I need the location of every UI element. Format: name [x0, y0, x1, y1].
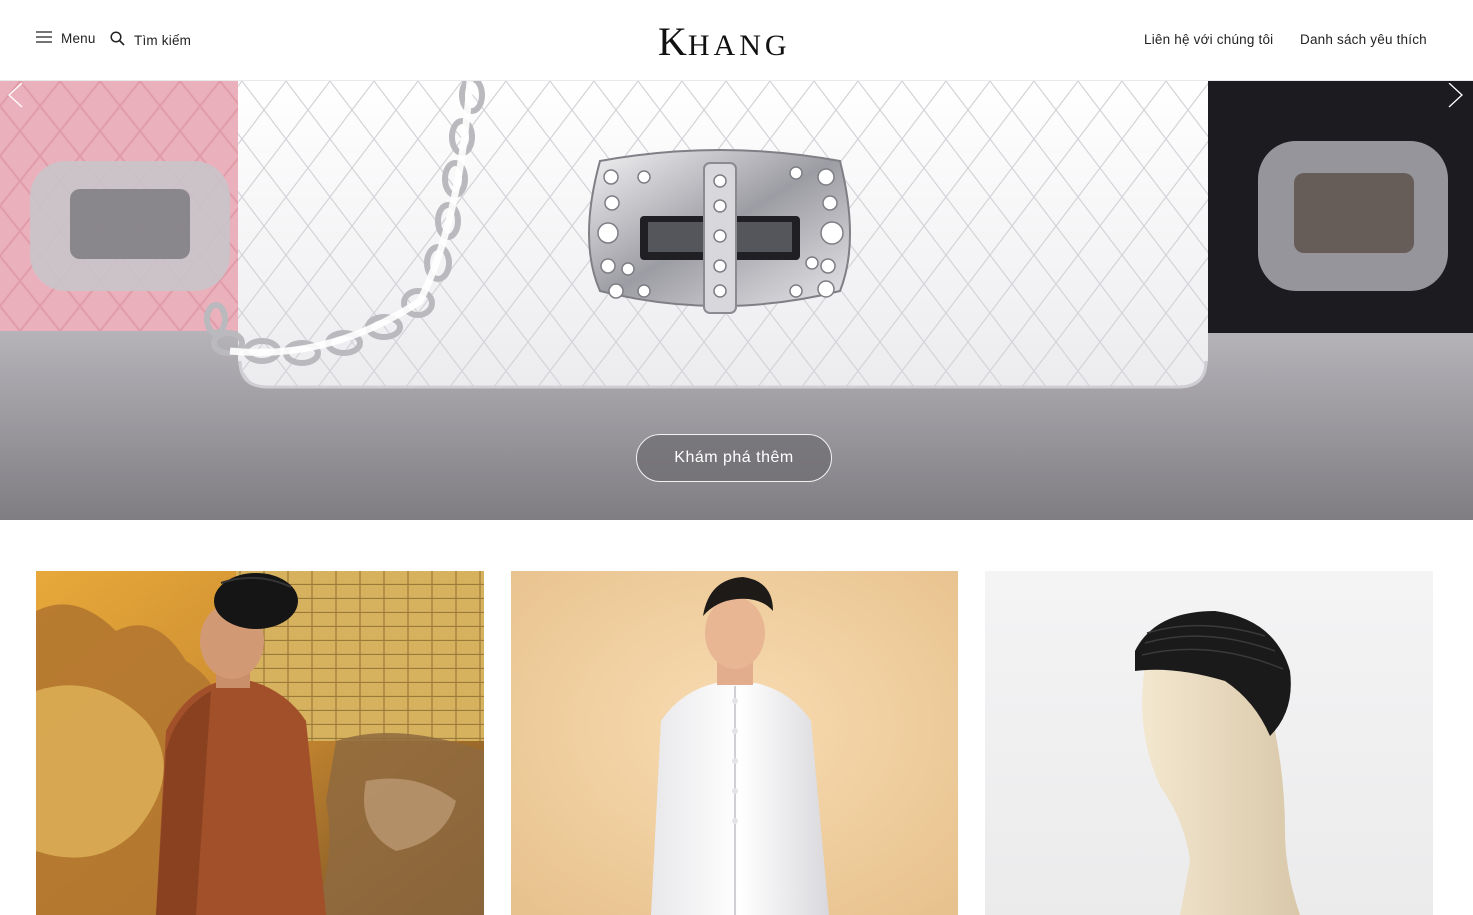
- menu-label: Menu: [61, 31, 96, 46]
- product-card-white-ao-dai[interactable]: [511, 571, 958, 915]
- contact-label: Liên hệ với chúng tôi: [1144, 32, 1274, 47]
- contact-link[interactable]: Liên hệ với chúng tôi: [1144, 32, 1273, 47]
- product-image-brown-ao-dai: [36, 571, 484, 915]
- logo-text: HANG: [687, 29, 791, 62]
- carousel-next-button[interactable]: [1441, 82, 1471, 113]
- hero-banner: Khám phá thêm: [0, 81, 1473, 520]
- carousel-prev-button[interactable]: [2, 82, 32, 113]
- chevron-left-icon: [8, 82, 23, 108]
- product-image-white-ao-dai: [511, 571, 958, 915]
- explore-more-button[interactable]: Khám phá thêm: [636, 434, 832, 482]
- menu-button[interactable]: Menu: [36, 31, 96, 46]
- search-label: Tìm kiếm: [134, 32, 192, 48]
- wishlist-link[interactable]: Danh sách yêu thích: [1300, 32, 1427, 47]
- product-card-brown-ao-dai[interactable]: [36, 571, 484, 915]
- product-image-khan-dong-hat: [985, 571, 1433, 915]
- wishlist-label: Danh sách yêu thích: [1300, 32, 1427, 47]
- chevron-right-icon: [1448, 82, 1463, 108]
- logo-initial: K: [658, 19, 688, 64]
- site-header: Menu Tìm kiếm KHANG Liên hệ với chúng tô…: [0, 0, 1473, 81]
- brand-logo[interactable]: KHANG: [658, 22, 791, 63]
- search-button[interactable]: Tìm kiếm: [110, 31, 191, 49]
- hamburger-icon: [36, 31, 52, 46]
- product-card-khan-dong-hat[interactable]: [985, 571, 1433, 915]
- search-icon: [110, 31, 125, 49]
